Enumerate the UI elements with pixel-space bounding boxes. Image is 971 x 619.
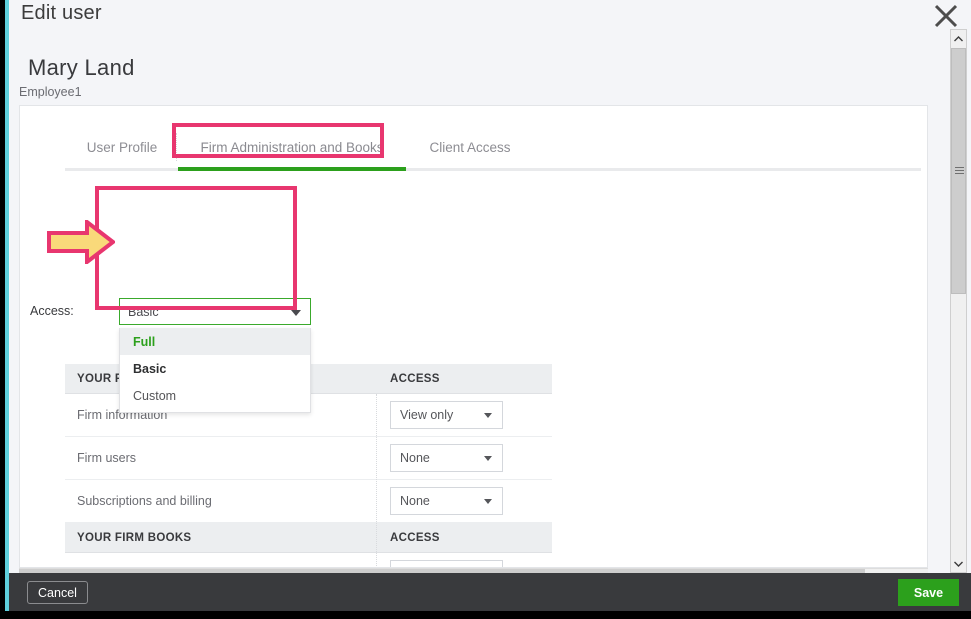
permission-access-cell: None [376,444,552,472]
chevron-down-icon[interactable] [951,555,966,572]
close-icon[interactable] [933,3,959,29]
access-dropdown-firm-users[interactable]: None [390,444,503,472]
section-header-label: YOUR FIRM BOOKS [65,532,376,544]
user-role: Employee1 [19,85,82,99]
tab-active-indicator [178,167,406,171]
chevron-down-icon [484,413,492,418]
access-value: View only [400,408,453,422]
access-label: Access: [30,304,74,318]
permission-access-cell: None [376,487,552,515]
chevron-down-icon [291,310,301,316]
access-column-header: ACCESS [376,373,552,385]
user-name: Mary Land [28,55,135,81]
dialog-body: Edit user Mary Land Employee1 User Profi… [9,0,971,573]
access-dropdown-firm-information[interactable]: View only [390,401,503,429]
permission-access-cell: No [376,560,552,568]
dropdown-option-full[interactable]: Full [120,328,310,355]
page-title: Edit user [21,2,102,25]
scrollbar-grip-icon [955,167,964,175]
chevron-up-icon[interactable] [951,30,966,47]
vertical-scrollbar[interactable] [950,29,967,573]
tab-divider [176,133,177,161]
dropdown-option-basic[interactable]: Basic [120,355,310,382]
table-row: Subscriptions and billing None [65,480,552,523]
vertical-scrollbar-thumb[interactable] [951,48,966,294]
access-column-header: ACCESS [376,532,552,544]
chevron-down-icon [484,499,492,504]
tab-user-profile[interactable]: User Profile [72,125,172,169]
tab-client-access[interactable]: Client Access [414,125,526,169]
access-value: None [400,494,430,508]
access-dropdown-customers-and-debtors[interactable]: No [390,560,503,568]
edit-user-dialog: Edit user Mary Land Employee1 User Profi… [0,0,971,619]
access-dropdown-subscriptions-and-billing[interactable]: None [390,487,503,515]
permission-name: Subscriptions and billing [65,494,376,508]
chevron-down-icon [484,456,492,461]
table-row: Firm users None [65,437,552,480]
table-column-divider [376,394,377,568]
dropdown-option-custom[interactable]: Custom [120,382,310,409]
window-bottom-edge [0,611,971,619]
access-dropdown-menu[interactable]: Full Basic Custom [119,328,311,413]
table-section-header: YOUR FIRM BOOKS ACCESS [65,523,552,553]
permission-name: Firm users [65,451,376,465]
tab-bar: User Profile Firm Administration and Boo… [20,125,928,169]
access-select-value: Basic [128,305,159,319]
access-value: None [400,451,430,465]
permission-access-cell: View only [376,401,552,429]
dialog-footer: Cancel Save [9,573,971,611]
save-button[interactable]: Save [898,579,959,606]
table-row: Customers and debtors No [65,553,552,568]
access-select[interactable]: Basic [119,298,311,325]
cancel-button[interactable]: Cancel [27,581,88,604]
tab-firm-administration-and-books[interactable]: Firm Administration and Books [178,125,406,169]
content-card: User Profile Firm Administration and Boo… [19,105,928,568]
